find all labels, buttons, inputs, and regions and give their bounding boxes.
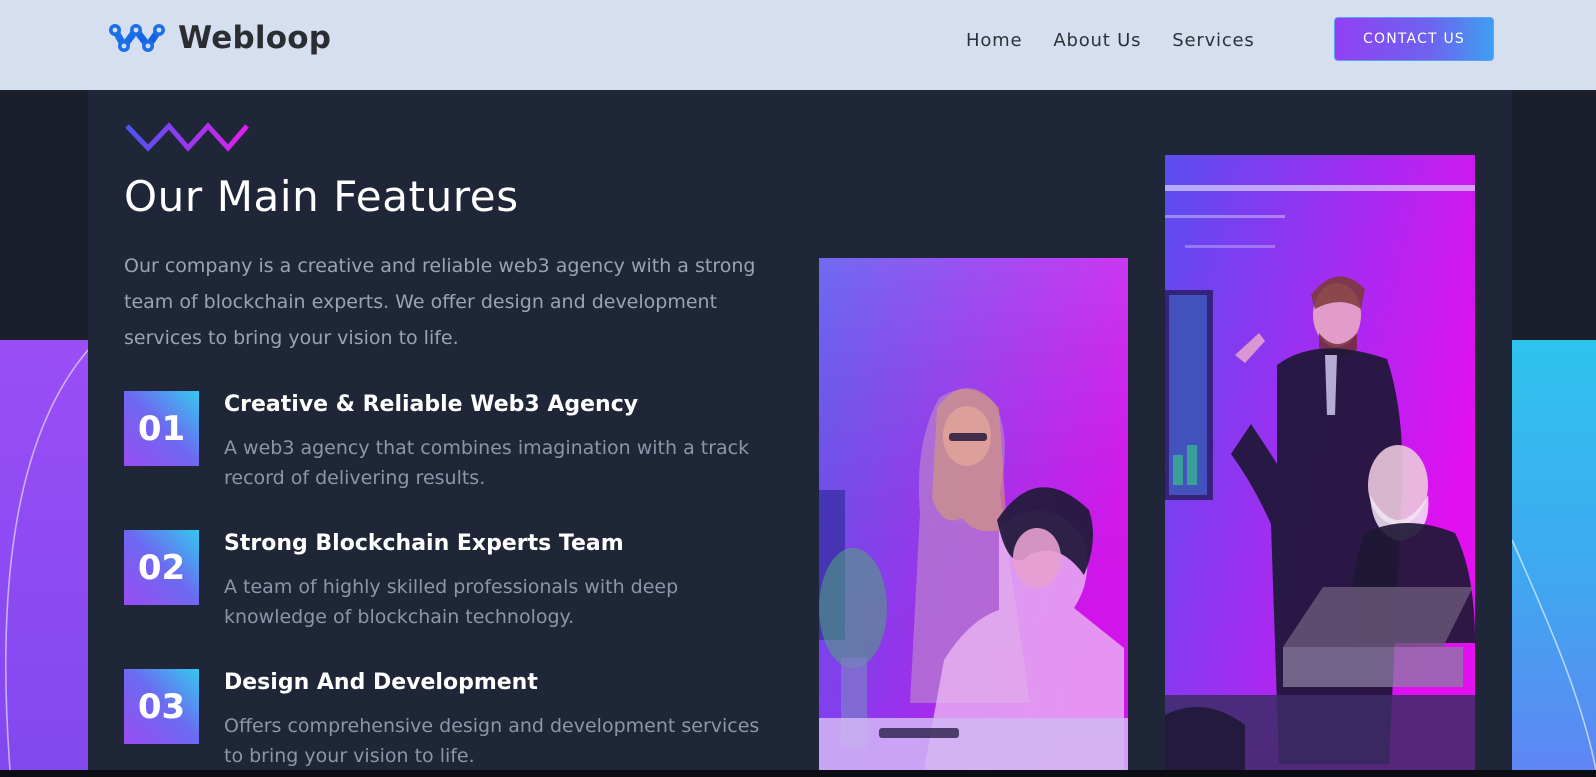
- zigzag-icon: [125, 122, 249, 152]
- brand-name: Webloop: [178, 20, 332, 56]
- section-intro: Our company is a creative and reliable w…: [124, 255, 756, 349]
- nav-services-link[interactable]: Services: [1172, 30, 1254, 51]
- feature-number-badge: 01: [124, 391, 199, 466]
- feature-number-badge: 02: [124, 530, 199, 605]
- decorative-arc: [5, 349, 88, 770]
- page-bottom-edge: [0, 770, 1596, 777]
- nav-about-link[interactable]: About Us: [1053, 30, 1141, 51]
- contact-us-button[interactable]: CONTACT US: [1334, 17, 1494, 61]
- feature-number-badge: 03: [124, 669, 199, 744]
- right-gradient-panel: [1512, 340, 1596, 770]
- feature-title: Creative & Reliable Web3 Agency: [224, 392, 639, 417]
- features-section: Our Main Features Our company is a creat…: [88, 90, 1512, 770]
- nav-home-link[interactable]: Home: [966, 30, 1022, 51]
- feature-description: Offers comprehensive design and developm…: [224, 715, 760, 767]
- feature-item: 03 Design And Development Offers compreh…: [124, 669, 784, 777]
- feature-description: A team of highly skilled professionals w…: [224, 576, 679, 628]
- network-nodes-logo-icon: [109, 24, 165, 52]
- feature-description: A web3 agency that combines imagination …: [224, 437, 750, 489]
- decorative-arc: [1512, 539, 1596, 770]
- left-gradient-panel: [0, 340, 88, 770]
- feature-item: 01 Creative & Reliable Web3 Agency A web…: [124, 391, 784, 501]
- feature-title: Strong Blockchain Experts Team: [224, 531, 624, 556]
- section-title: Our Main Features: [124, 172, 519, 221]
- man-presenting-to-colleagues-photo: [1165, 155, 1475, 770]
- feature-title: Design And Development: [224, 670, 538, 695]
- feature-item: 02 Strong Blockchain Experts Team A team…: [124, 530, 784, 640]
- two-women-at-laptop-photo: [819, 258, 1128, 770]
- site-header: Webloop Home About Us Services CONTACT U…: [0, 0, 1596, 90]
- main-nav: Home About Us Services: [966, 30, 1255, 51]
- logo-link[interactable]: Webloop: [108, 20, 331, 56]
